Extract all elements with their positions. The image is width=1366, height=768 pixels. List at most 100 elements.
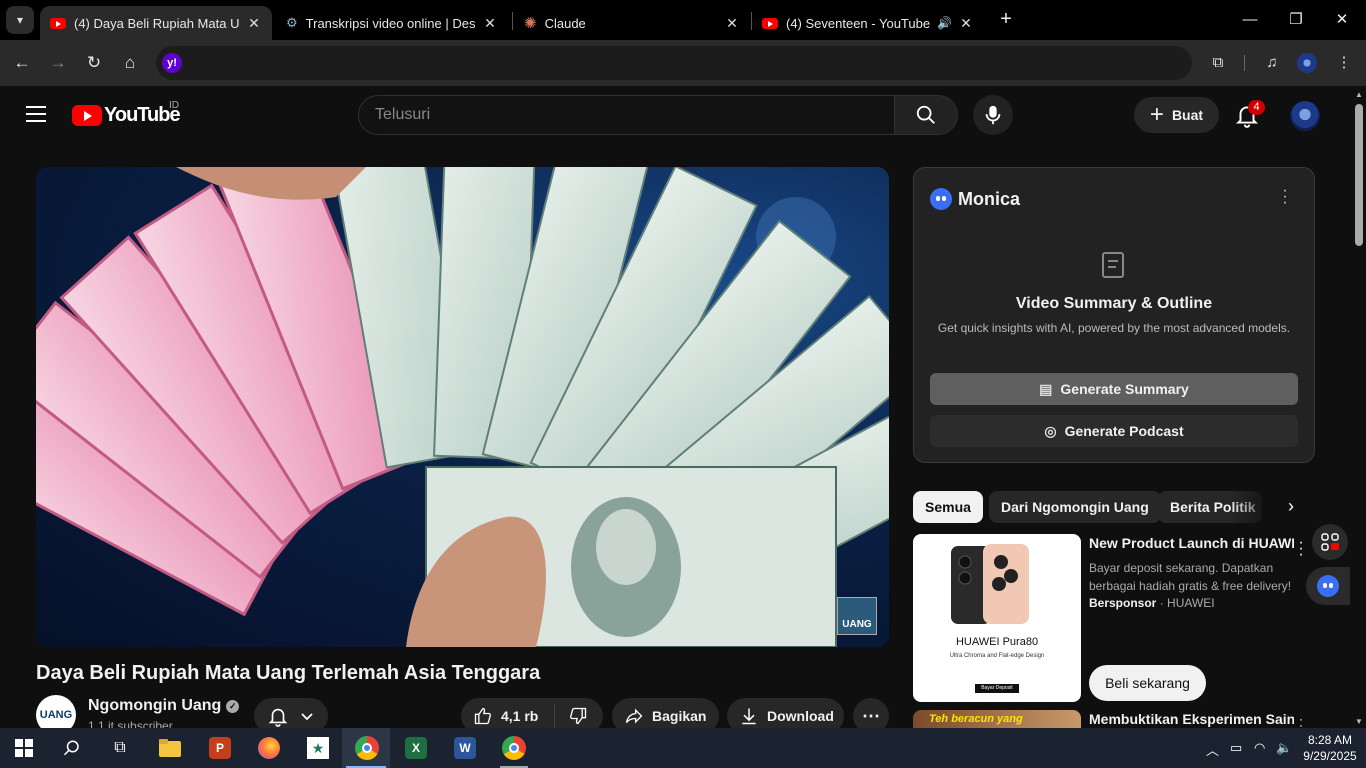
scroll-down-icon[interactable]: ▼ xyxy=(1354,717,1364,726)
media-control-icon[interactable]: ♫ xyxy=(1260,51,1284,75)
like-button[interactable]: 4,1 rb xyxy=(461,704,555,728)
extensions-icon[interactable]: ⧉ xyxy=(1206,51,1230,75)
close-tab-icon[interactable]: ✕ xyxy=(958,15,974,32)
verified-check-icon: ✓ xyxy=(226,700,240,713)
channel-name-link[interactable]: Ngomongin Uang ✓ xyxy=(88,697,240,715)
share-label: Bagikan xyxy=(652,708,707,724)
chip-dari-channel[interactable]: Dari Ngomongin Uang xyxy=(989,491,1161,523)
dislike-button[interactable] xyxy=(555,706,601,726)
tray-overflow-icon[interactable]: ︿ xyxy=(1206,740,1219,759)
reload-icon[interactable]: ↻ xyxy=(82,51,106,75)
share-icon xyxy=(625,708,643,724)
new-tab-button[interactable]: + xyxy=(996,9,1016,29)
word-icon[interactable]: W xyxy=(451,734,479,762)
search-button[interactable] xyxy=(894,95,958,135)
generate-podcast-button[interactable]: ◎ Generate Podcast xyxy=(930,415,1298,447)
bell-icon xyxy=(268,708,288,727)
browser-tab-strip: ▾ (4) Daya Beli Rupiah Mata Uang Terlema… xyxy=(0,0,1366,40)
chrome-icon[interactable] xyxy=(353,734,381,762)
taskbar-search-icon[interactable] xyxy=(58,734,86,762)
page-scrollbar[interactable]: ▲ ▼ xyxy=(1352,86,1366,728)
close-tab-icon[interactable]: ✕ xyxy=(482,15,498,32)
monica-logo-icon xyxy=(930,188,952,210)
forward-icon[interactable]: → xyxy=(46,51,70,75)
tab-separator xyxy=(512,12,513,30)
close-tab-icon[interactable]: ✕ xyxy=(724,15,740,32)
tab-transkripsi[interactable]: ⚙ Transkripsi video online | Desgn ✕ xyxy=(276,6,508,40)
video-title-link[interactable]: Membuktikan Eksperimen Sains xyxy=(1089,711,1294,727)
sponsored-label: Bersponsor xyxy=(1089,596,1157,610)
battery-icon[interactable]: ▭ xyxy=(1230,740,1242,756)
chip-semua[interactable]: Semua xyxy=(913,491,983,523)
tab-title: (4) Seventeen - YouTube xyxy=(786,15,931,31)
podcast-icon: ◎ xyxy=(1044,422,1057,439)
windows-start-icon[interactable] xyxy=(10,734,38,762)
generate-summary-label: Generate Summary xyxy=(1060,381,1189,397)
monica-menu-icon[interactable]: · · · xyxy=(1280,183,1290,211)
clock-time: 8:28 AM xyxy=(1307,733,1353,747)
video-thumbnail[interactable]: Teh beracun yang xyxy=(913,710,1081,728)
pinned-app-icon[interactable]: ★ xyxy=(304,734,332,762)
generate-summary-button[interactable]: ▤ Generate Summary xyxy=(930,373,1298,405)
tab-youtube-video[interactable]: (4) Daya Beli Rupiah Mata Uang Terlemah … xyxy=(40,6,272,40)
create-button[interactable]: + Buat xyxy=(1134,97,1219,133)
ad-description: Bayar deposit sekarang. Dapatkan berbaga… xyxy=(1089,561,1292,593)
download-label: Download xyxy=(767,708,834,724)
windows-taskbar: ⧉ P ★ X W ︿ ▭ ◠ 🔈 8:28 AM 9/29/2025 xyxy=(0,728,1366,768)
back-icon[interactable]: ← xyxy=(10,51,34,75)
window-close-icon[interactable]: ✕ xyxy=(1330,8,1354,32)
chrome-profile-icon[interactable] xyxy=(500,734,528,762)
account-avatar[interactable] xyxy=(1290,101,1320,131)
buy-now-button[interactable]: Beli sekarang xyxy=(1089,665,1206,701)
profile-avatar-icon[interactable] xyxy=(1297,53,1317,73)
video-menu-icon[interactable]: · · xyxy=(1296,713,1306,731)
file-explorer-icon[interactable] xyxy=(156,734,184,762)
tab-search-button[interactable]: ▾ xyxy=(6,6,34,34)
search-input[interactable] xyxy=(359,96,894,134)
plus-icon: + xyxy=(1149,101,1164,128)
system-clock[interactable]: 8:28 AM 9/29/2025 xyxy=(1298,732,1362,764)
apps-shortcut-button[interactable] xyxy=(1312,524,1348,560)
tab-seventeen[interactable]: (4) Seventeen - YouTube 🔊 ✕ xyxy=(752,6,984,40)
excel-icon[interactable]: X xyxy=(402,734,430,762)
ad-thumbnail[interactable]: HUAWEI Pura80 Ultra Chroma and Flat-edge… xyxy=(913,534,1081,702)
browser-menu-icon[interactable]: ⋮ xyxy=(1332,51,1356,75)
tab-title: Transkripsi video online | Desgn xyxy=(305,15,476,31)
ad-menu-icon[interactable]: · · · xyxy=(1296,535,1306,563)
summary-icon: ▤ xyxy=(1039,380,1053,397)
tab-title: (4) Daya Beli Rupiah Mata Uang Terlemah xyxy=(74,15,240,31)
channel-watermark[interactable]: UANG xyxy=(837,597,877,635)
ad-title[interactable]: New Product Launch di HUAWEI xyxy=(1089,535,1294,551)
voice-search-button[interactable] xyxy=(973,95,1013,135)
youtube-logo[interactable]: YouTube xyxy=(72,104,181,127)
phone-product-image xyxy=(951,544,1029,624)
address-bar[interactable]: y! xyxy=(156,46,1192,80)
audio-playing-icon[interactable]: 🔊 xyxy=(937,16,952,30)
monica-launcher-button[interactable] xyxy=(1306,567,1350,605)
restore-icon[interactable]: ❐ xyxy=(1284,8,1308,32)
thumbs-down-icon xyxy=(570,707,587,725)
youtube-favicon-icon xyxy=(762,17,778,29)
tab-title: Claude xyxy=(544,15,586,31)
scroll-up-icon[interactable]: ▲ xyxy=(1354,90,1364,99)
wifi-icon[interactable]: ◠ xyxy=(1254,740,1265,756)
monica-panel: Monica · · · Video Summary & Outline Get q… xyxy=(913,167,1315,463)
thumbs-up-icon xyxy=(474,707,491,725)
video-player[interactable]: UANG xyxy=(36,167,889,647)
minimize-icon[interactable]: — xyxy=(1238,8,1262,32)
powerpoint-icon[interactable]: P xyxy=(206,734,234,762)
home-icon[interactable]: ⌂ xyxy=(118,51,142,75)
menu-icon[interactable] xyxy=(26,106,46,122)
firefox-icon[interactable] xyxy=(255,734,283,762)
ad-thumb-button: Bayar Deposit xyxy=(975,684,1019,693)
scroll-thumb[interactable] xyxy=(1355,104,1363,246)
monica-subtitle: Get quick insights with AI, powered by t… xyxy=(937,321,1291,335)
ad-thumb-tagline: Ultra Chroma and Flat-edge Design xyxy=(949,653,1045,659)
monica-logo-icon xyxy=(1317,575,1339,597)
tab-claude[interactable]: ✺ Claude ✕ xyxy=(514,6,750,40)
volume-icon[interactable]: 🔈 xyxy=(1276,740,1292,756)
task-view-icon[interactable]: ⧉ xyxy=(106,734,134,762)
chevron-right-icon[interactable]: › xyxy=(1280,496,1302,520)
create-label: Buat xyxy=(1171,107,1204,123)
close-tab-icon[interactable]: ✕ xyxy=(246,15,262,32)
